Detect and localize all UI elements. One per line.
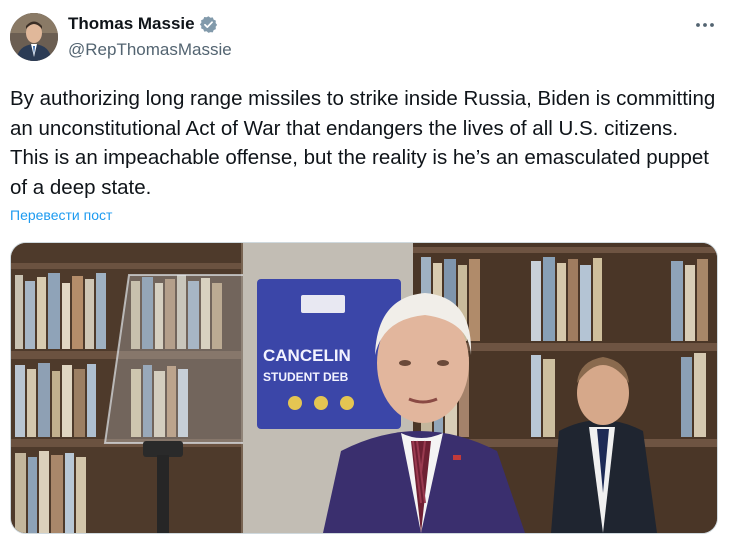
sign-line-1: CANCELIN <box>263 346 351 365</box>
author-handle[interactable]: @RepThomasMassie <box>68 40 232 60</box>
author-name-row[interactable]: Thomas Massie <box>68 14 218 34</box>
photo-scene: CANCELIN STUDENT DEB <box>11 243 717 533</box>
verified-badge-icon <box>199 15 218 34</box>
tweet-text: By authorizing long range missiles to st… <box>10 87 727 199</box>
more-options-icon[interactable] <box>694 14 716 36</box>
tweet-photo[interactable]: CANCELIN STUDENT DEB <box>10 242 718 534</box>
author-avatar[interactable] <box>10 13 58 61</box>
author-name[interactable]: Thomas Massie <box>68 14 195 34</box>
sign-line-2: STUDENT DEB <box>263 370 349 384</box>
avatar-portrait-icon <box>10 13 58 61</box>
translate-post-link[interactable]: Перевести пост <box>10 207 112 223</box>
